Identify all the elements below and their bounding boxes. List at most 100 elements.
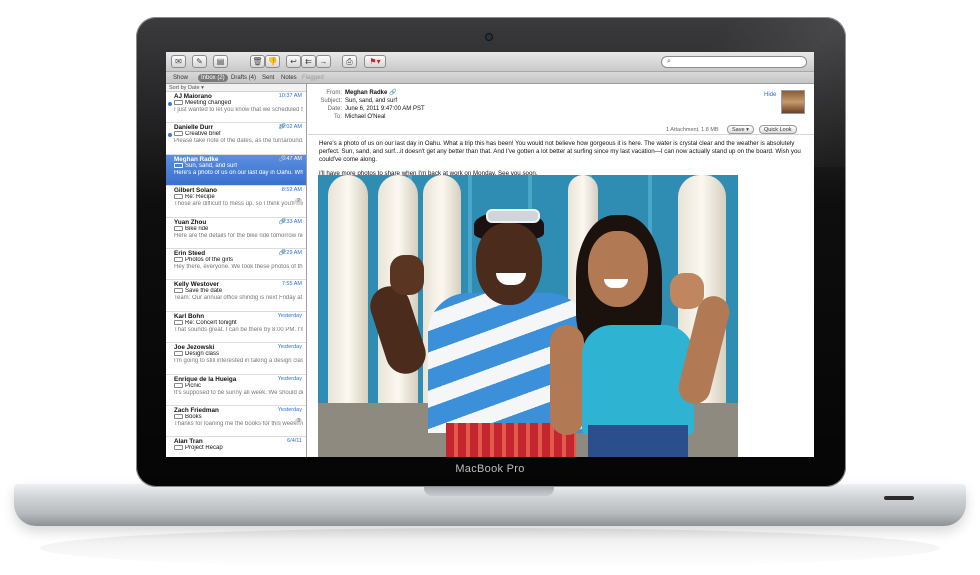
message-preview: Here are the details for the bike ride t…: [174, 232, 303, 239]
sunglasses-icon: [486, 209, 540, 223]
message-list-item[interactable]: Gilbert Solano 8:52 AM 2 Re: Recipe Those ar…: [166, 186, 306, 218]
message-list-item[interactable]: Kelly Westover 7:55 AM Save the date Team: …: [166, 280, 306, 312]
subject-label: Subject:: [320, 98, 342, 104]
favorites-bar: Show Inbox (2) Drafts (4) Sent Notes Fla…: [166, 72, 814, 84]
received-time: 10:37 AM: [278, 93, 302, 99]
floor-reflection: [40, 528, 940, 568]
message-list-item[interactable]: Yuan Zhou 8:33 AM 🔗 Bike ride Here are the d…: [166, 218, 306, 249]
message-subject: Design class: [185, 351, 220, 358]
sender-name: Alan Tran: [174, 438, 203, 446]
flagged-favorite[interactable]: Flagged: [299, 74, 327, 82]
attachment-icon: 🔗: [278, 124, 286, 131]
man-hand: [390, 255, 424, 295]
sent-favorite[interactable]: Sent: [259, 74, 277, 82]
woman-arm: [550, 325, 584, 435]
notes-button[interactable]: ▤: [213, 55, 228, 68]
date-label: Date:: [327, 106, 342, 112]
received-time: Yesterday: [277, 312, 302, 319]
message-preview: Here's a photo of us on our last day in …: [174, 169, 303, 176]
mailbox-tag-icon: [174, 445, 183, 451]
notes-favorite[interactable]: Notes: [278, 74, 300, 82]
quick-look-button[interactable]: Quick Look: [759, 125, 797, 134]
message-subject: Picnic: [185, 382, 202, 389]
mailbox-tag-icon: [174, 413, 183, 419]
message-header: From: Meghan Radke 🔗 Subject: Sun, sand, a…: [308, 84, 814, 128]
show-mailboxes-button[interactable]: Show: [170, 74, 191, 82]
from-value[interactable]: Meghan Radke: [345, 90, 387, 96]
message-list-item[interactable]: Erin Steed 8:29 AM 🔗 Photos of the girls Hey…: [166, 249, 306, 281]
hide-details-link[interactable]: Hide: [764, 91, 776, 99]
save-attachment-button[interactable]: Save ▾: [727, 125, 754, 134]
message-subject: Save the date: [185, 288, 223, 295]
sleep-indicator-light: [884, 496, 914, 500]
drafts-favorite[interactable]: Drafts (4): [228, 74, 259, 82]
message-preview: Team: Our annual office shindig is next …: [174, 295, 303, 302]
message-subject: Re: Concert tonight: [185, 319, 237, 326]
attachment-icon: 🔗: [278, 155, 286, 162]
subject-value: Sun, sand, and surf: [345, 98, 398, 104]
mailbox-tag-icon: [174, 288, 183, 294]
to-value[interactable]: Michael O'Neal: [345, 114, 386, 120]
thread-count-badge: 2: [295, 198, 302, 206]
print-button[interactable]: ⎙: [342, 55, 357, 68]
attachment-bar: 1 Attachment, 1.8 MB Save ▾ Quick Look: [308, 124, 814, 135]
get-mail-button[interactable]: ✉: [171, 55, 186, 68]
message-preview: I just wanted to let you know that we sc…: [174, 107, 303, 114]
inbox-favorite[interactable]: Inbox (2): [198, 74, 228, 82]
message-list-item[interactable]: Karl Bohn Yesterday Re: Concert tonight Tha…: [166, 312, 306, 344]
message-preview: Hey there, everyone. We took these photo…: [174, 264, 303, 271]
received-time: 6/4/11: [287, 438, 302, 445]
from-label: From:: [326, 90, 342, 96]
unread-dot-icon: [168, 133, 172, 138]
woman-hand: [670, 273, 704, 309]
delete-button[interactable]: 🗑: [250, 55, 265, 68]
mailbox-tag-icon: [174, 100, 183, 105]
message-subject: Meeting changed: [185, 100, 232, 107]
message-list-item[interactable]: AJ Maiorano 10:37 AM Meeting changed I just…: [166, 92, 306, 124]
unread-dot-icon: [168, 102, 172, 106]
message-list-item[interactable]: Zach Friedman Yesterday 3 Books Thanks for l…: [166, 406, 306, 438]
reply-all-button[interactable]: ⇇: [301, 55, 316, 68]
mailbox-tag-icon: [174, 162, 183, 168]
mailbox-tag-icon: [174, 225, 183, 231]
message-subject: Sun, sand, and surf: [185, 162, 238, 169]
mailbox-tag-icon: [174, 256, 183, 262]
message-list-item[interactable]: Joe Jezowski Yesterday Design class I'm goi…: [166, 343, 306, 375]
reply-button[interactable]: ↩: [286, 55, 301, 68]
message-preview: Thanks for loaning me the books for this…: [174, 420, 303, 427]
message-subject: Project Recap: [185, 445, 223, 452]
mailbox-tag-icon: [174, 382, 183, 388]
message-subject: Photos of the girls: [185, 257, 234, 264]
message-list-item[interactable]: Danielle Durr 10:02 AM 🔗 Creative brief Plea…: [166, 123, 306, 155]
message-list-item[interactable]: Alan Tran 6/4/11 Project Recap: [166, 437, 306, 457]
search-icon: ⌕: [667, 58, 671, 65]
received-time: Yesterday: [277, 375, 302, 382]
search-input[interactable]: ⌕: [661, 56, 807, 68]
received-time: Yesterday: [277, 344, 302, 351]
message-preview: That sounds great. I can be there by 8:0…: [174, 326, 303, 333]
to-label: To:: [333, 114, 342, 120]
junk-button[interactable]: 👎: [265, 55, 280, 68]
camera-icon: [486, 34, 492, 40]
date-value: June 6, 2011 9:47:00 AM PST: [345, 106, 425, 112]
message-subject: Re: Recipe: [185, 194, 215, 201]
woman-tank-top: [582, 325, 694, 435]
sender-avatar: [781, 90, 805, 114]
attached-photo[interactable]: [318, 175, 738, 457]
mail-toolbar: ✉ ✎ ▤ 🗑 👎 ↩ ⇇ → ⎙ ⚑▾ ⌕: [166, 52, 814, 72]
message-subject: Bike ride: [185, 225, 209, 232]
flag-button[interactable]: ⚑▾: [364, 55, 386, 68]
mailbox-tag-icon: [174, 351, 183, 357]
message-list-item[interactable]: Enrique de la Hueiga Yesterday Picnic It's …: [166, 375, 306, 406]
forward-button[interactable]: →: [316, 55, 331, 68]
compose-button[interactable]: ✎: [192, 55, 207, 68]
sort-menu[interactable]: Sort by Date ▾: [166, 84, 306, 92]
received-time: 7:55 AM: [281, 281, 302, 288]
woman-shorts: [588, 425, 688, 457]
message-list-item[interactable]: Meghan Radke 9:47 AM 🔗 Sun, sand, and surf H…: [166, 154, 306, 187]
body-paragraph-1: Here's a photo of us on our last day in …: [319, 140, 801, 164]
attachment-icon: 🔗: [278, 218, 286, 225]
man-face: [476, 223, 542, 305]
brand-label: MacBook Pro: [455, 463, 525, 475]
received-time: Yesterday: [277, 406, 302, 413]
